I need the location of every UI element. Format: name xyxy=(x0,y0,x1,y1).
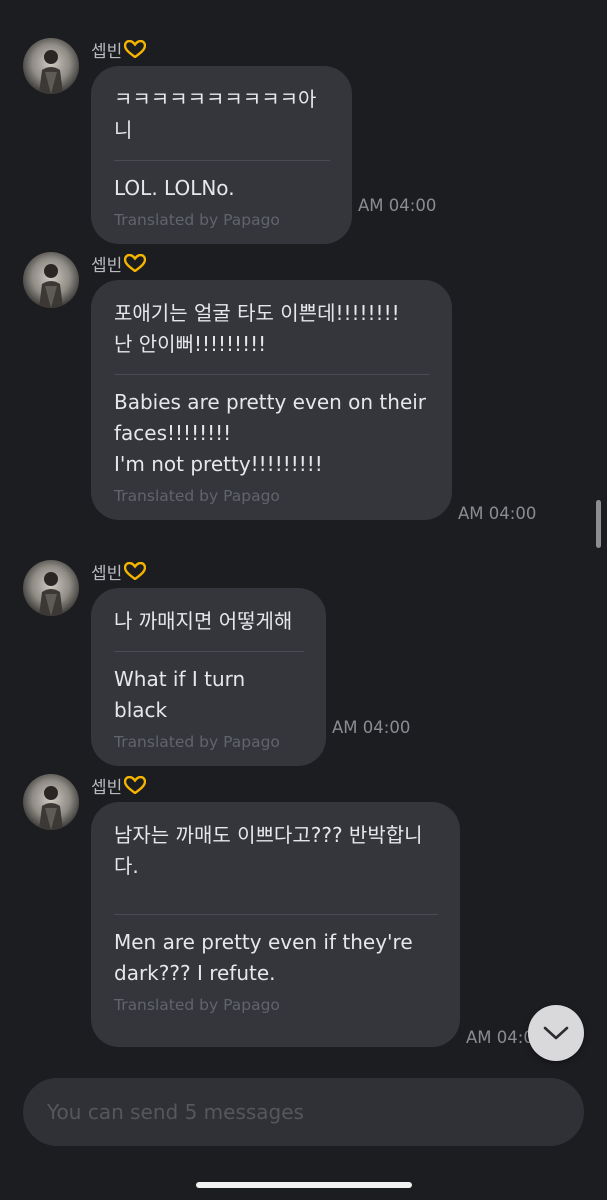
translated-text: LOL. LOLNo. xyxy=(114,176,235,200)
avatar[interactable] xyxy=(23,560,79,616)
sender-name: 셉빈 xyxy=(91,774,147,798)
translation-divider xyxy=(114,374,430,375)
message-input[interactable] xyxy=(45,1099,562,1125)
message-bubble[interactable]: ㅋㅋㅋㅋㅋㅋㅋㅋㅋㅋ아니 LOL. LOLNo. Translated by P… xyxy=(91,66,352,244)
scroll-to-bottom-button[interactable] xyxy=(528,1005,584,1061)
original-text: 나 까매지면 어떻게해 xyxy=(114,609,293,633)
message-composer[interactable] xyxy=(23,1078,584,1146)
message-bubble[interactable]: 나 까매지면 어떻게해 What if I turn black Transla… xyxy=(91,588,326,766)
heart-hands-emoji xyxy=(124,40,147,58)
heart-hands-emoji xyxy=(124,562,147,580)
chat-screen: 셉빈 ㅋㅋㅋㅋㅋㅋㅋㅋㅋㅋ아니 LOL. LOLNo. Translated b… xyxy=(0,0,607,1200)
chevron-down-icon xyxy=(543,1026,569,1040)
translation-credit: Translated by Papago xyxy=(114,733,280,751)
message-bubble[interactable]: 남자는 까매도 이쁘다고??? 반박합니다. Men are pretty ev… xyxy=(91,802,460,1047)
message-time: AM 04:00 xyxy=(358,196,437,215)
avatar[interactable] xyxy=(23,774,79,830)
heart-hands-emoji xyxy=(124,776,147,794)
avatar[interactable] xyxy=(23,252,79,308)
scrollbar-thumb[interactable] xyxy=(596,500,601,548)
translation-credit: Translated by Papago xyxy=(114,996,280,1014)
translated-text: Babies are pretty even on their faces!!!… xyxy=(114,390,427,476)
sender-name: 셉빈 xyxy=(91,38,147,62)
translation-divider xyxy=(114,651,304,652)
original-text: 남자는 까매도 이쁘다고??? 반박합니다. xyxy=(114,823,423,878)
translated-text: What if I turn black xyxy=(114,667,246,722)
translation-credit: Translated by Papago xyxy=(114,211,280,229)
message-time: AM 04:00 xyxy=(458,504,537,523)
translated-text: Men are pretty even if they're dark??? I… xyxy=(114,930,413,985)
avatar[interactable] xyxy=(23,38,79,94)
original-text: 포애기는 얼굴 타도 이쁜데!!!!!!!! 난 안이뻐!!!!!!!!! xyxy=(114,301,400,356)
heart-hands-emoji xyxy=(124,254,147,272)
message-time: AM 04:00 xyxy=(332,718,411,737)
translation-credit: Translated by Papago xyxy=(114,487,280,505)
message-bubble[interactable]: 포애기는 얼굴 타도 이쁜데!!!!!!!! 난 안이뻐!!!!!!!!! Ba… xyxy=(91,280,452,520)
sender-name: 셉빈 xyxy=(91,252,147,276)
sender-name: 셉빈 xyxy=(91,560,147,584)
original-text: ㅋㅋㅋㅋㅋㅋㅋㅋㅋㅋ아니 xyxy=(114,87,317,142)
translation-divider xyxy=(114,914,438,915)
home-indicator[interactable] xyxy=(196,1182,412,1188)
translation-divider xyxy=(114,160,330,161)
